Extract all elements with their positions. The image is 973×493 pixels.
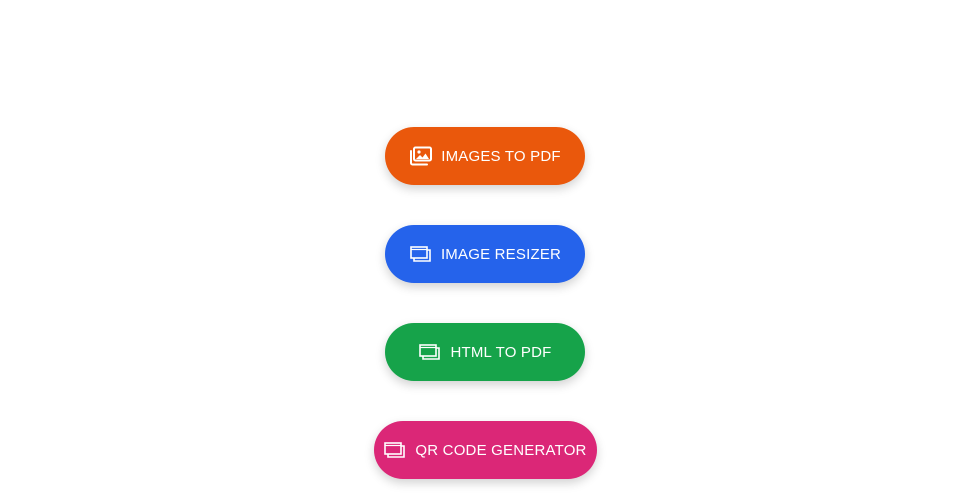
stacked-windows-icon [418,342,442,362]
qr-code-generator-button[interactable]: QR CODE GENERATOR [373,421,597,479]
stacked-windows-icon [383,440,407,460]
html-to-pdf-button[interactable]: HTML TO PDF [385,323,585,381]
tool-list: IMAGES TO PDF IMAGE RESIZER HTML TO PDF [0,127,970,479]
image-resizer-label: IMAGE RESIZER [440,245,562,263]
html-to-pdf-label: HTML TO PDF [450,343,552,361]
images-icon [409,146,433,166]
image-resizer-button[interactable]: IMAGE RESIZER [385,225,585,283]
qr-code-generator-label: QR CODE GENERATOR [415,441,587,459]
stacked-windows-icon [409,244,433,264]
images-to-pdf-button[interactable]: IMAGES TO PDF [385,127,585,185]
images-to-pdf-label: IMAGES TO PDF [441,147,561,165]
